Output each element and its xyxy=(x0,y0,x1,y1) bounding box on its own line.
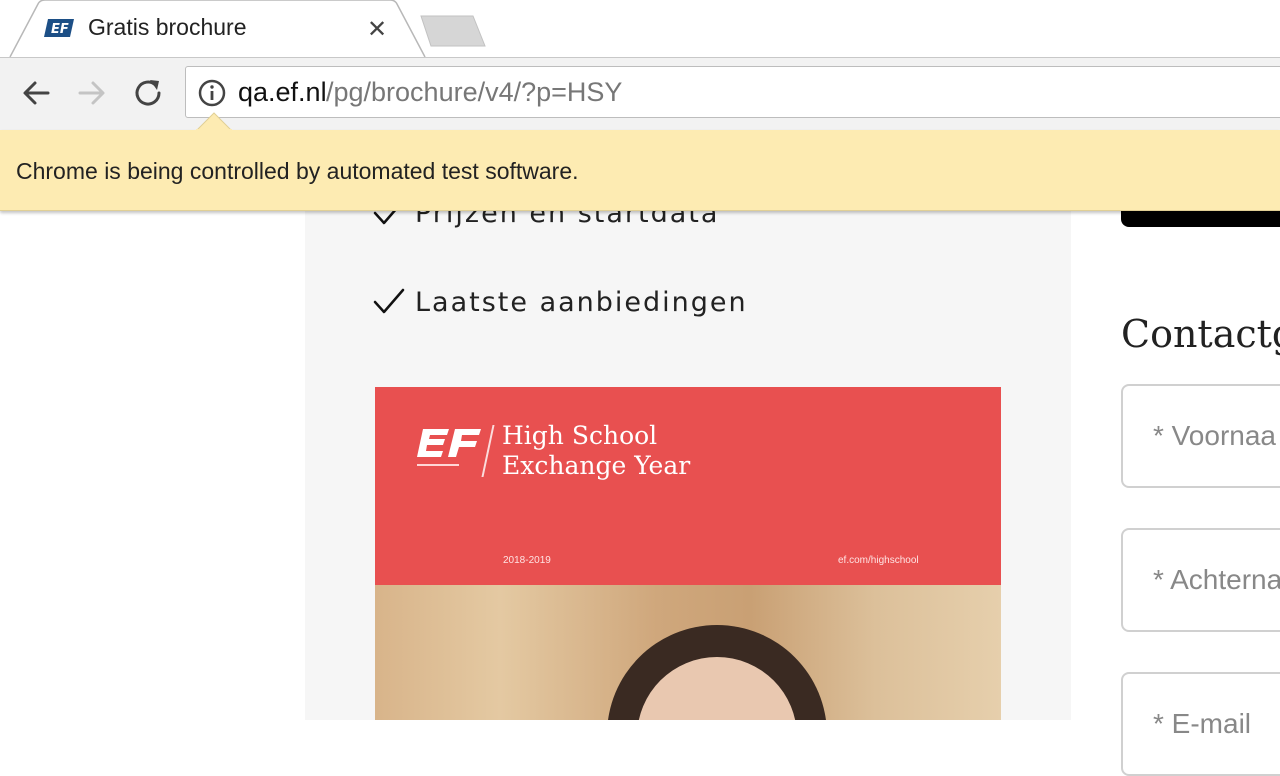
checkmark-icon xyxy=(373,288,405,314)
infobar-pointer xyxy=(194,112,234,132)
close-icon[interactable]: ✕ xyxy=(364,16,390,42)
firstname-placeholder: * Voornaa xyxy=(1153,420,1276,451)
brochure-cover-header: High School Exchange Year 2018-2019 ef.c… xyxy=(375,387,1001,585)
student-photo xyxy=(375,585,1001,720)
brochure-title: Exchange Year xyxy=(502,451,691,480)
back-arrow-icon[interactable] xyxy=(16,73,56,113)
email-placeholder: * E-mail xyxy=(1153,708,1252,739)
new-tab-button[interactable] xyxy=(417,14,489,48)
svg-text:EF: EF xyxy=(51,22,69,37)
lastname-field[interactable]: * Achterna xyxy=(1121,528,1280,632)
ef-logo-icon xyxy=(417,429,481,466)
brochure-website: ef.com/highschool xyxy=(838,555,919,566)
tab-title: Gratis brochure xyxy=(88,14,247,40)
ef-favicon-icon: EF xyxy=(44,17,76,39)
firstname-field[interactable]: * Voornaa xyxy=(1121,384,1280,488)
reload-icon[interactable] xyxy=(128,73,168,113)
infobar-message: Chrome is being controlled by automated … xyxy=(16,158,579,184)
info-icon[interactable] xyxy=(198,79,226,107)
lastname-placeholder: * Achterna xyxy=(1153,564,1280,595)
contact-heading: Contactgeg xyxy=(1121,312,1280,356)
email-field[interactable]: * E-mail xyxy=(1121,672,1280,776)
brochure-cover-image: High School Exchange Year 2018-2019 ef.c… xyxy=(375,387,1001,720)
benefit-label: Laatste aanbiedingen xyxy=(415,287,748,318)
brochure-years: 2018-2019 xyxy=(503,555,551,566)
url-host[interactable]: qa.ef.nl xyxy=(238,77,327,108)
forward-arrow-icon[interactable] xyxy=(72,73,112,113)
brochure-title: High School xyxy=(502,421,658,450)
url-path[interactable]: /pg/brochure/v4/?p=HSY xyxy=(326,77,622,108)
